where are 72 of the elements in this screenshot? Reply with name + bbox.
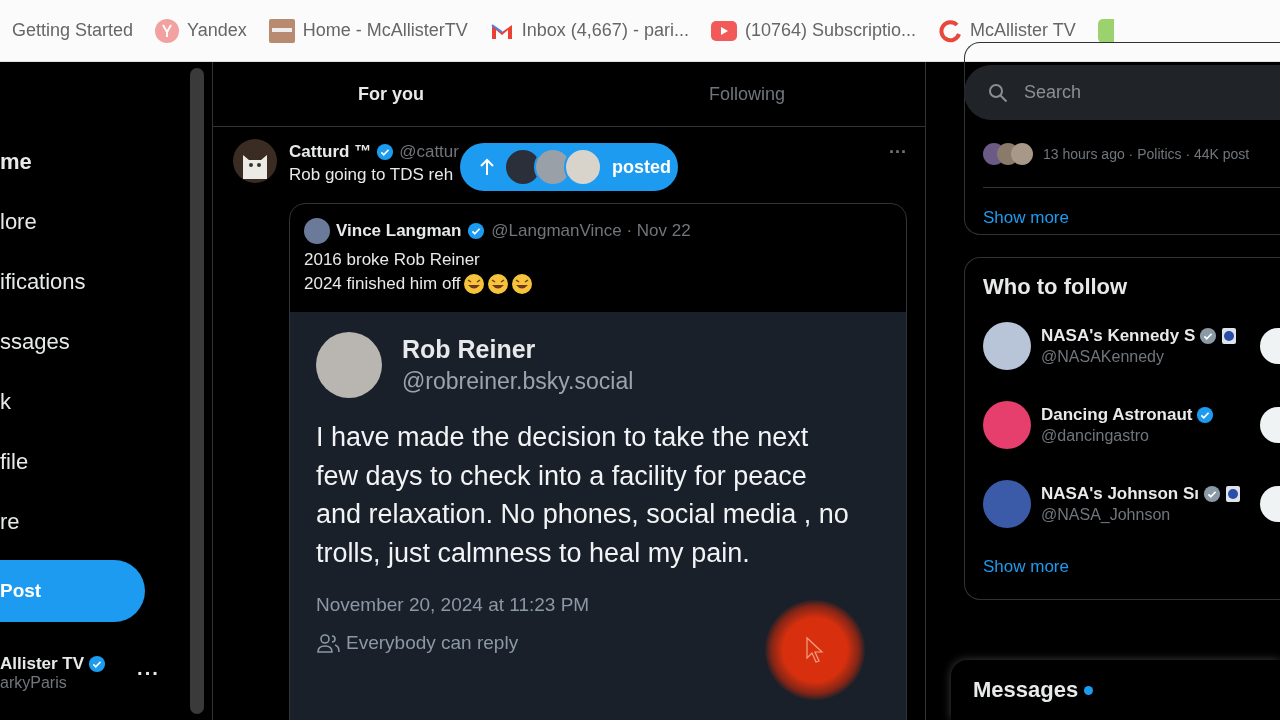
bookmark-link[interactable]: McAllister TV (938, 18, 1076, 43)
avatar (983, 321, 1031, 370)
laughing-emoji-icon (486, 273, 509, 295)
search-icon (988, 82, 1008, 103)
show-more-link[interactable]: Show more (983, 557, 1069, 577)
nav-item[interactable]: me (0, 144, 186, 204)
screenshot-author-handle: @robreiner.bsky.social (402, 368, 634, 395)
verified-badge-icon (467, 222, 486, 240)
nav-item[interactable]: k (0, 384, 186, 444)
verified-badge-icon (376, 143, 395, 161)
laughing-emoji-icon (510, 273, 533, 295)
follow-button[interactable] (1260, 406, 1280, 443)
search-field[interactable]: Search (1022, 81, 1258, 104)
author-handle: @cattur (399, 142, 459, 162)
bookmark-link[interactable]: Home - McAllisterTV (268, 18, 468, 43)
cat-avatar-icon (233, 139, 277, 183)
ring-icon (938, 18, 962, 43)
nav-item[interactable]: file (0, 444, 186, 504)
feed-tab[interactable]: Following (569, 62, 925, 126)
laughing-emoji-icon (462, 273, 485, 295)
verified-badge-icon (88, 655, 107, 673)
y-circle-icon (155, 18, 180, 43)
follow-button[interactable] (1260, 327, 1280, 364)
quoted-text: 2024 finished him off (304, 273, 461, 295)
post-text: Rob going to TDS reh (289, 165, 454, 185)
quoted-post[interactable] (289, 203, 907, 720)
quoted-text: 2016 broke Rob Reiner (304, 249, 480, 271)
show-more-link[interactable]: Show more (983, 208, 1069, 228)
drawer-title: Messages (973, 677, 1079, 703)
person-name: Dancing Astronaut (1041, 404, 1193, 425)
screenshot-text: I have made the decision to take the next few days to check into a facility for peace and relaxation. No phones, social media , no trolls, just calmness to heal my pain. (316, 421, 850, 570)
person-name: NASA's Johnson Sı (1041, 483, 1199, 504)
person-name: NASA's Kennedy S (1041, 325, 1196, 346)
card-title: Who to follow (983, 274, 1129, 300)
bookmark-link[interactable]: Getting Started (12, 20, 134, 41)
follow-button[interactable] (1260, 485, 1280, 522)
account-name: Allister TV (0, 654, 85, 674)
post-date: November 20, 2024 at 11:23 PM (316, 594, 591, 616)
up-arrow-icon (480, 158, 494, 176)
author-name: Catturd ™ (289, 142, 372, 162)
people-icon (316, 633, 340, 653)
bookmark-link[interactable]: Yandex (155, 18, 247, 43)
search-bar[interactable]: Search (964, 65, 1280, 120)
app-tile-icon (1097, 18, 1114, 43)
avatar (983, 479, 1031, 528)
more-button[interactable]: ··· (889, 141, 907, 163)
affiliate-badge-icon (1225, 484, 1241, 503)
avatar (1011, 143, 1033, 165)
scrollbar[interactable] (190, 68, 204, 714)
person-handle: @dancingastro (1041, 426, 1150, 445)
reply-setting: Everybody can reply (346, 632, 519, 654)
person-handle: @NASAKennedy (1041, 347, 1165, 366)
quoted-author-handle: @LangmanVince · Nov 22 (491, 221, 691, 241)
tv-tile-icon (268, 18, 295, 43)
cursor-icon (805, 636, 825, 664)
play-icon (710, 20, 737, 41)
account-handle: arkyParis (0, 674, 67, 691)
bookmark-link[interactable]: Inbox (4,667) - pari... (489, 20, 689, 41)
trend-meta: 13 hours ago · Politics · 44K post (1043, 146, 1250, 162)
more-button[interactable]: ··· (137, 661, 160, 685)
nav-item[interactable]: lore (0, 204, 186, 264)
affiliate-badge-icon (1221, 326, 1238, 345)
avatar (304, 218, 330, 244)
nav-item[interactable]: ssages (0, 324, 186, 384)
person-handle: @NASA_Johnson (1041, 505, 1172, 524)
nav-item[interactable]: ifications (0, 264, 186, 324)
avatar (983, 400, 1031, 449)
bookmark-link[interactable]: (10764) Subscriptio... (710, 20, 916, 41)
feed-tab[interactable]: For you (213, 62, 569, 126)
quoted-author-name: Vince Langman (336, 221, 462, 241)
screenshot-author-name: Rob Reiner (402, 335, 537, 364)
messages-drawer[interactable]: Messages (951, 660, 1280, 720)
